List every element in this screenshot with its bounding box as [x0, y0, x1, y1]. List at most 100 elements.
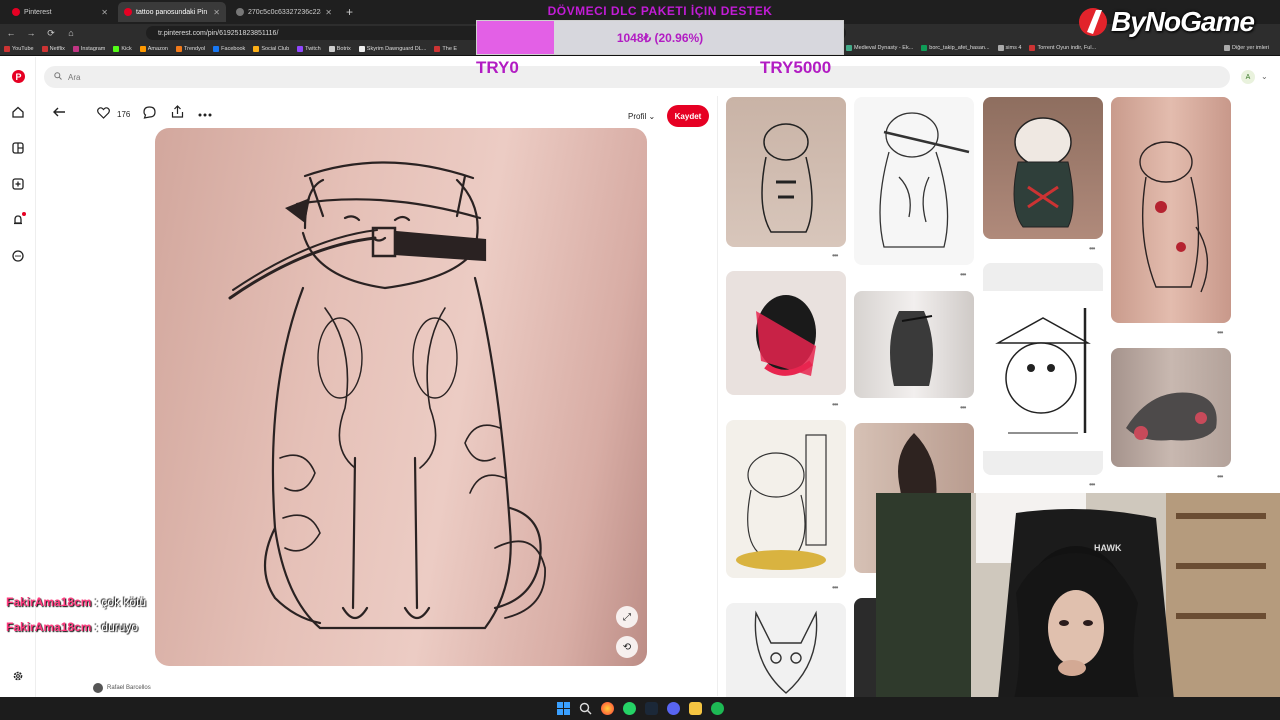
notification-dot — [22, 212, 26, 216]
back-icon[interactable]: ← — [6, 28, 16, 38]
bookmark[interactable]: borc_takip_afet_hasan... — [921, 45, 990, 51]
windows-start-icon[interactable] — [557, 702, 570, 715]
pinterest-favicon-icon — [124, 8, 132, 16]
bookmark[interactable]: Twitch — [297, 45, 321, 52]
browser-tab-active[interactable]: tattoo panosundaki Pin ✕ — [118, 2, 226, 22]
home-icon[interactable]: ⌂ — [66, 28, 76, 38]
related-pin[interactable] — [854, 97, 974, 265]
other-bookmarks[interactable]: Diğer yer imleri — [1224, 45, 1269, 51]
bookmark[interactable]: The E — [434, 45, 457, 52]
related-pin[interactable] — [983, 97, 1103, 239]
related-pin[interactable] — [726, 97, 846, 247]
reload-icon[interactable]: ⟳ — [46, 28, 56, 39]
more-icon[interactable]: ••• — [960, 270, 966, 279]
related-pin[interactable] — [1111, 97, 1231, 323]
more-icon[interactable]: ••• — [1217, 472, 1223, 481]
donation-goal-max: TRY5000 — [760, 58, 832, 77]
webcam-feed: HAWK — [876, 493, 1280, 720]
spotify-icon[interactable] — [711, 702, 724, 715]
related-pin[interactable] — [854, 291, 974, 398]
bookmark[interactable]: Torrent Oyun indir, Ful... — [1029, 45, 1096, 51]
new-tab-icon[interactable]: + — [346, 5, 353, 19]
related-pin[interactable] — [726, 420, 846, 578]
pinterest-favicon-icon — [12, 8, 20, 16]
donation-goal-title: DÖVMECI DLC PAKETI İÇIN DESTEK — [547, 4, 773, 18]
share-icon[interactable] — [171, 105, 184, 121]
bookmark[interactable]: Netflix — [41, 45, 65, 52]
close-icon[interactable]: ✕ — [325, 8, 332, 17]
forward-icon[interactable]: → — [26, 28, 36, 38]
pin-image[interactable]: ⤢ ⟲ — [155, 128, 647, 666]
whatsapp-icon[interactable] — [623, 702, 636, 715]
bookmark[interactable]: Medieval Dynasty - Ek... — [846, 45, 913, 51]
comment-icon[interactable] — [143, 106, 156, 122]
donation-goal-min: TRY0 — [476, 58, 519, 77]
save-button[interactable]: Kaydet — [667, 105, 709, 127]
browser-tab[interactable]: Pinterest ✕ — [6, 2, 114, 22]
browser-tab[interactable]: 270c5c0c63327236c2289dea20b35 ✕ — [230, 2, 338, 22]
more-icon[interactable]: ••• — [832, 251, 838, 260]
tab-title: tattoo panosundaki Pin — [136, 8, 208, 16]
bookmark[interactable]: Diğer yer imleri — [1224, 45, 1269, 51]
bookmark[interactable]: YouTube — [4, 45, 34, 52]
chevron-down-icon[interactable]: ⌄ — [1261, 72, 1268, 81]
chat-text: : duruyo — [94, 620, 139, 634]
search-icon[interactable] — [579, 702, 592, 715]
more-icon[interactable]: ••• — [832, 583, 838, 592]
settings-icon[interactable] — [10, 668, 26, 684]
more-icon[interactable]: ••• — [1217, 328, 1223, 337]
messages-icon[interactable] — [10, 248, 26, 264]
more-icon[interactable]: ••• — [832, 400, 838, 409]
bookmark[interactable]: Botrix — [328, 45, 351, 52]
folder-icon — [997, 45, 1004, 51]
related-pin[interactable] — [726, 271, 846, 395]
chat-username: FakirAma18cm — [6, 595, 92, 609]
avatar[interactable]: A — [1241, 70, 1255, 84]
board-select[interactable]: Profil ⌄ — [628, 112, 655, 121]
related-pin[interactable] — [726, 603, 846, 697]
heart-icon[interactable] — [97, 107, 110, 122]
steam-icon[interactable] — [645, 702, 658, 715]
taskbar — [0, 697, 1280, 720]
close-icon[interactable]: ✕ — [213, 8, 220, 17]
netflix-icon — [41, 45, 48, 52]
donation-goal-bar: 1048₺ (20.96%) — [476, 20, 844, 55]
bookmark[interactable]: Trendyol — [175, 45, 205, 52]
more-icon[interactable]: ••• — [1089, 244, 1095, 253]
svg-text:HAWK: HAWK — [1094, 543, 1122, 553]
discord-icon[interactable] — [667, 702, 680, 715]
back-arrow-icon[interactable] — [53, 106, 66, 120]
bookmark[interactable]: Amazon — [139, 45, 168, 52]
related-pin[interactable] — [983, 263, 1103, 475]
bookmark[interactable]: Instagram — [72, 45, 105, 52]
social-club-icon — [253, 45, 260, 52]
close-icon[interactable]: ✕ — [101, 8, 108, 17]
expand-icon[interactable]: ⤢ — [616, 606, 638, 628]
chat-overlay: FakirAma18cm : çok kötü FakirAma18cm : d… — [6, 590, 146, 640]
more-icon[interactable]: ••• — [1089, 480, 1095, 489]
file-explorer-icon[interactable] — [689, 702, 702, 715]
visual-search-icon[interactable]: ⟲ — [616, 636, 638, 658]
pin-author[interactable]: Rafael Barcellos — [93, 683, 151, 693]
chat-username: FakirAma18cm — [6, 620, 92, 634]
notifications-icon[interactable] — [10, 212, 26, 228]
create-icon[interactable] — [10, 176, 26, 192]
opera-browser-icon[interactable] — [601, 702, 614, 715]
more-icon[interactable]: ••• — [960, 403, 966, 412]
trendyol-icon — [175, 45, 182, 52]
more-icon[interactable] — [198, 106, 212, 120]
related-pin[interactable] — [854, 598, 876, 697]
bookmark[interactable]: Facebook — [213, 45, 245, 52]
bookmark[interactable]: Kick — [113, 45, 132, 52]
pinterest-logo-icon[interactable]: P — [10, 68, 26, 84]
home-icon[interactable] — [10, 104, 26, 120]
sheets-icon — [921, 45, 928, 51]
related-pin[interactable] — [1111, 348, 1231, 467]
torrent-icon — [1029, 45, 1036, 51]
bynogame-mark-icon — [1079, 8, 1107, 36]
bookmark[interactable]: Social Club — [253, 45, 289, 52]
bookmark[interactable]: sims 4 — [997, 45, 1021, 51]
explore-icon[interactable] — [10, 140, 26, 156]
search-input[interactable]: Ara — [44, 66, 1230, 88]
bookmark[interactable]: Skyrim Dawnguard DL... — [358, 45, 426, 52]
